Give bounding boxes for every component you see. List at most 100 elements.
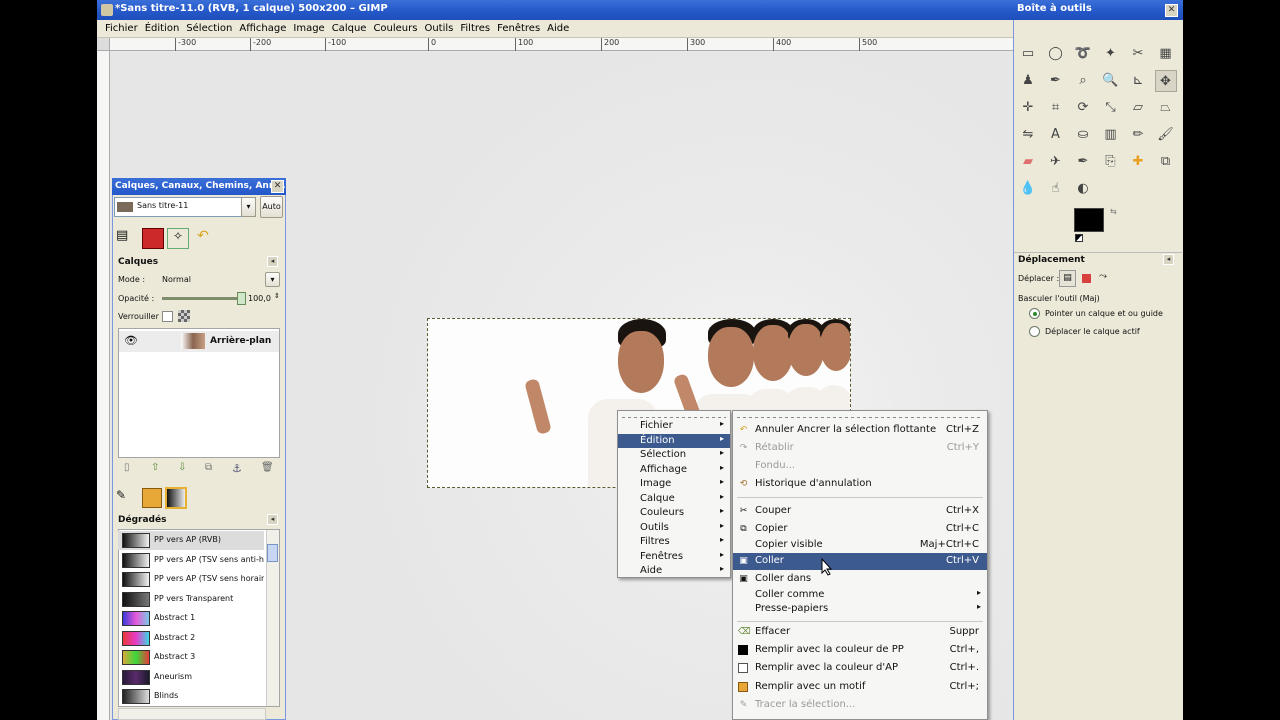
menu-item-cut[interactable]: ✂ Couper Ctrl+X <box>733 504 987 519</box>
by-color-select-icon[interactable]: ▦ <box>1155 43 1177 65</box>
menu-item-fill-pattern[interactable]: Remplir avec un motif Ctrl+; <box>733 680 987 695</box>
menu-0[interactable]: Fichier <box>103 20 143 37</box>
menu-item-clear[interactable]: ⌫ Effacer Suppr <box>733 625 987 640</box>
bucket-fill-icon[interactable]: ⛀ <box>1072 124 1094 146</box>
context-menu-item[interactable]: Outils ▸ <box>618 521 730 535</box>
toolbox-close-button[interactable]: ✕ <box>1165 4 1178 17</box>
menu-item-history[interactable]: ⟲ Historique d'annulation <box>733 477 987 492</box>
ellipse-select-icon[interactable]: ◯ <box>1045 43 1067 65</box>
menu-4[interactable]: Image <box>291 20 329 37</box>
context-menu-item[interactable]: Calque ▸ <box>618 492 730 506</box>
gradient-row[interactable]: PP vers AP (RVB) <box>118 531 264 550</box>
gradient-row[interactable]: Blinds <box>118 687 264 706</box>
menu-item-fill-fg[interactable]: Remplir avec la couleur de PP Ctrl+, <box>733 643 987 658</box>
context-menu-item[interactable]: Filtres ▸ <box>618 535 730 549</box>
layer-name[interactable]: Arrière-plan <box>210 336 271 346</box>
clone-icon[interactable]: ⎘ <box>1100 151 1122 173</box>
gradient-row[interactable]: PP vers AP (TSV sens horaire) <box>118 570 264 589</box>
menu-item-undo[interactable]: ↶ Annuler Ancrer la sélection flottante Ct… <box>733 423 987 438</box>
menu-5[interactable]: Calque <box>330 20 372 37</box>
heal-icon[interactable]: ✚ <box>1127 151 1149 173</box>
gradients-hscrollbar[interactable] <box>118 708 266 720</box>
text-icon[interactable]: A <box>1045 124 1067 146</box>
tab-layers-icon[interactable]: ▤ <box>116 228 138 249</box>
blend-icon[interactable]: ▥ <box>1100 124 1122 146</box>
gradients-scroll-thumb[interactable] <box>267 544 278 562</box>
scissors-select-icon[interactable]: ✂ <box>1127 43 1149 65</box>
duplicate-layer-icon[interactable]: ⧉ <box>205 462 212 473</box>
free-select-icon[interactable]: ➰ <box>1072 43 1094 65</box>
tab-undo-icon[interactable]: ↶ <box>192 228 214 249</box>
menu-item-fill-bg[interactable]: Remplir avec la couleur d'AP Ctrl+. <box>733 661 987 676</box>
eraser-icon[interactable]: ▰ <box>1017 151 1039 173</box>
tab-patterns-icon[interactable] <box>142 488 162 508</box>
menu-item-paste[interactable]: ▣ Coller Ctrl+V <box>733 553 987 570</box>
perspective-icon[interactable]: ⏢ <box>1155 97 1177 119</box>
airbrush-icon[interactable]: ✈ <box>1045 151 1067 173</box>
eye-icon[interactable]: 👁 <box>124 334 138 347</box>
fuzzy-select-icon[interactable]: ✦ <box>1100 43 1122 65</box>
menu-3[interactable]: Affichage <box>237 20 291 37</box>
move-layer-mode-icon[interactable]: ▤ <box>1059 270 1076 287</box>
new-layer-icon[interactable]: ▯ <box>124 462 130 473</box>
ruler-corner[interactable] <box>97 38 110 51</box>
option-2-radio[interactable] <box>1029 326 1040 337</box>
align-icon[interactable]: ✛ <box>1017 97 1039 119</box>
menu-item-copy-visible[interactable]: Copier visible Maj+Ctrl+C <box>733 538 987 553</box>
tab-gradients-icon[interactable] <box>165 487 187 509</box>
menu-item-fade[interactable]: Fondu... <box>733 459 987 474</box>
tab-channels-icon[interactable] <box>142 228 164 249</box>
menu-item-redo[interactable]: ↷ Rétablir Ctrl+Y <box>733 441 987 456</box>
move-path-mode-icon[interactable]: ⤳ <box>1099 271 1107 282</box>
gradient-row[interactable]: Abstract 2 <box>118 629 264 648</box>
pencil-icon[interactable]: ✏ <box>1127 124 1149 146</box>
anchor-layer-icon[interactable]: ⚓ <box>232 462 242 475</box>
foreground-color-swatch[interactable] <box>1074 208 1104 232</box>
opacity-slider-thumb[interactable] <box>237 292 246 305</box>
tearoff-line[interactable] <box>737 417 983 418</box>
mode-dropdown-icon[interactable]: ▾ <box>265 272 280 287</box>
dock-title[interactable]: Calques, Canaux, Chemins, Ann... <box>112 178 286 195</box>
image-combo[interactable]: Sans titre-11 <box>114 197 256 217</box>
gradient-row[interactable]: PP vers AP (TSV sens anti-horaire) <box>118 551 264 570</box>
default-colors-icon[interactable] <box>1075 234 1083 242</box>
blur-icon[interactable]: 💧 <box>1017 178 1039 200</box>
ink-icon[interactable]: ✒ <box>1072 151 1094 173</box>
gradients-menu-icon[interactable]: ◂ <box>267 514 278 525</box>
context-menu-item[interactable]: Fichier ▸ <box>618 419 730 433</box>
menu-10[interactable]: Aide <box>545 20 574 37</box>
gradient-row[interactable]: Abstract 3 <box>118 648 264 667</box>
opacity-value[interactable]: 100,0 <box>248 294 271 303</box>
context-menu-item[interactable]: Affichage ▸ <box>618 463 730 477</box>
color-picker-icon[interactable]: ⌕ <box>1072 70 1094 92</box>
horizontal-ruler[interactable]: -300 -200 -100 0 100 200 300 400 500 <box>110 38 1013 51</box>
perspective-clone-icon[interactable]: ⧉ <box>1155 151 1177 173</box>
smudge-icon[interactable]: ☝ <box>1045 178 1067 200</box>
menu-8[interactable]: Filtres <box>458 20 495 37</box>
menu-7[interactable]: Outils <box>422 20 458 37</box>
swap-colors-icon[interactable]: ⇆ <box>1110 207 1117 216</box>
paintbrush-icon[interactable]: 🖌 <box>1155 124 1177 146</box>
menu-item-stroke[interactable]: ✎ Tracer la sélection... <box>733 698 987 713</box>
opacity-spin-icon[interactable]: ⇕ <box>274 292 280 300</box>
move-icon[interactable]: ✥ <box>1154 70 1177 92</box>
lower-layer-icon[interactable]: ⇩ <box>178 462 186 473</box>
crop-icon[interactable]: ⌗ <box>1045 97 1067 119</box>
context-menu-item[interactable]: Couleurs ▸ <box>618 506 730 520</box>
mode-value[interactable]: Normal <box>162 275 191 284</box>
menu-2[interactable]: Sélection <box>184 20 237 37</box>
context-menu-item[interactable]: Édition ▸ <box>618 433 730 448</box>
context-menu-item[interactable]: Sélection ▸ <box>618 448 730 462</box>
menu-9[interactable]: Fenêtres <box>495 20 545 37</box>
foreground-select-icon[interactable]: ♟ <box>1017 70 1039 92</box>
lock-pixels-checkbox[interactable] <box>162 311 173 322</box>
lock-alpha-icon[interactable] <box>178 310 190 322</box>
menu-item-copy[interactable]: ⧉ Copier Ctrl+C <box>733 522 987 537</box>
raise-layer-icon[interactable]: ⇧ <box>151 462 159 473</box>
gradient-row[interactable]: Abstract 1 <box>118 609 264 628</box>
menu-6[interactable]: Couleurs <box>371 20 422 37</box>
menu-item-paste-as[interactable]: Coller comme ▸ <box>733 588 987 603</box>
menu-item-buffers[interactable]: Presse-papiers ▸ <box>733 602 987 617</box>
dodge-burn-icon[interactable]: ◐ <box>1072 178 1094 200</box>
flip-icon[interactable]: ⇋ <box>1017 124 1039 146</box>
